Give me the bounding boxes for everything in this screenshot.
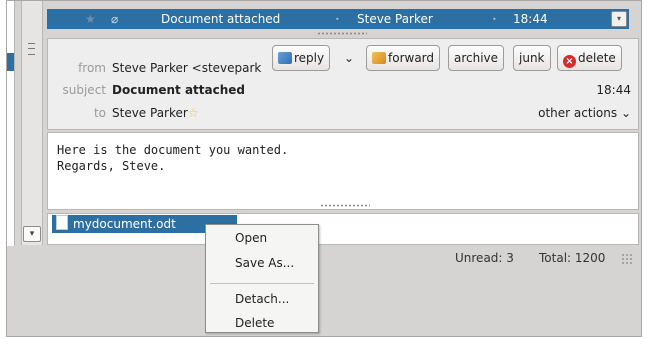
menu-item-delete[interactable]: Delete (235, 316, 274, 330)
resize-grip-icon[interactable] (621, 253, 633, 265)
delete-icon: × (563, 55, 576, 68)
message-list-scrollbar[interactable]: ▾ (21, 1, 43, 245)
reply-icon (278, 52, 292, 64)
attachment-filename: mydocument.odt (73, 217, 176, 231)
other-actions-menu[interactable]: other actions ⌄ (538, 106, 631, 120)
row-sender: Steve Parker (357, 12, 433, 26)
to-value[interactable]: Steve Parker☆ (112, 106, 199, 120)
forward-button[interactable]: forward (366, 45, 441, 71)
other-actions-label: other actions (538, 106, 618, 120)
to-name: Steve Parker (112, 106, 188, 120)
mail-window: ▾ ★ ⌀ Document attached • Steve Parker •… (6, 0, 642, 337)
row-dot: • (492, 15, 497, 24)
reply-menu-chevron-icon[interactable]: ⌄ (340, 45, 358, 71)
paperclip-icon: ⌀ (111, 12, 119, 26)
archive-button[interactable]: archive (448, 45, 505, 71)
unread-count: Unread: 3 (455, 251, 514, 265)
row-dot: • (335, 15, 340, 24)
forward-icon (372, 52, 386, 64)
body-line: Regards, Steve. (57, 159, 166, 173)
delete-label: delete (578, 51, 616, 65)
attachment-context-menu: Open Save As... Detach... Delete (205, 224, 319, 333)
reply-label: reply (294, 51, 325, 65)
junk-label: junk (519, 51, 545, 65)
message-header: from Steve Parker <stevepark subject Doc… (47, 38, 639, 130)
junk-button[interactable]: junk (513, 45, 551, 71)
menu-item-detach[interactable]: Detach... (235, 292, 289, 306)
row-time: 18:44 (513, 12, 548, 26)
scroll-down-button[interactable]: ▾ (23, 226, 41, 242)
from-value[interactable]: Steve Parker <stevepark (112, 61, 261, 75)
subject-label: subject (62, 83, 107, 97)
menu-item-save-as[interactable]: Save As... (235, 256, 294, 270)
delete-button[interactable]: × delete (557, 45, 622, 71)
message-body[interactable]: Here is the document you wanted. Regards… (47, 132, 639, 210)
scrollbar-grip-icon[interactable] (28, 43, 35, 55)
chevron-down-icon: ⌄ (620, 106, 631, 120)
menu-separator (210, 283, 314, 284)
folder-pane (7, 1, 15, 246)
archive-label: archive (454, 51, 499, 65)
document-icon (56, 215, 68, 230)
from-label: from (78, 61, 106, 75)
message-time: 18:44 (596, 83, 631, 97)
forward-label: forward (388, 51, 435, 65)
chevron-down-icon[interactable]: ▾ (611, 11, 627, 27)
body-line: Here is the document you wanted. (57, 143, 289, 157)
reply-button[interactable]: reply (272, 45, 331, 71)
row-subject: Document attached (161, 12, 281, 26)
message-list-row[interactable]: ★ ⌀ Document attached • Steve Parker • 1… (47, 9, 629, 29)
attachment-splitter[interactable] (320, 204, 370, 207)
subject-value: Document attached (112, 83, 246, 97)
menu-item-open[interactable]: Open (235, 231, 267, 245)
to-label: to (93, 106, 106, 120)
pane-splitter[interactable] (317, 32, 367, 35)
star-icon[interactable]: ☆ (188, 106, 199, 120)
folder-selection[interactable] (7, 53, 14, 71)
attachment-pane: mydocument.odt (47, 213, 639, 245)
total-count: Total: 1200 (539, 251, 606, 265)
star-icon[interactable]: ★ (85, 12, 96, 26)
